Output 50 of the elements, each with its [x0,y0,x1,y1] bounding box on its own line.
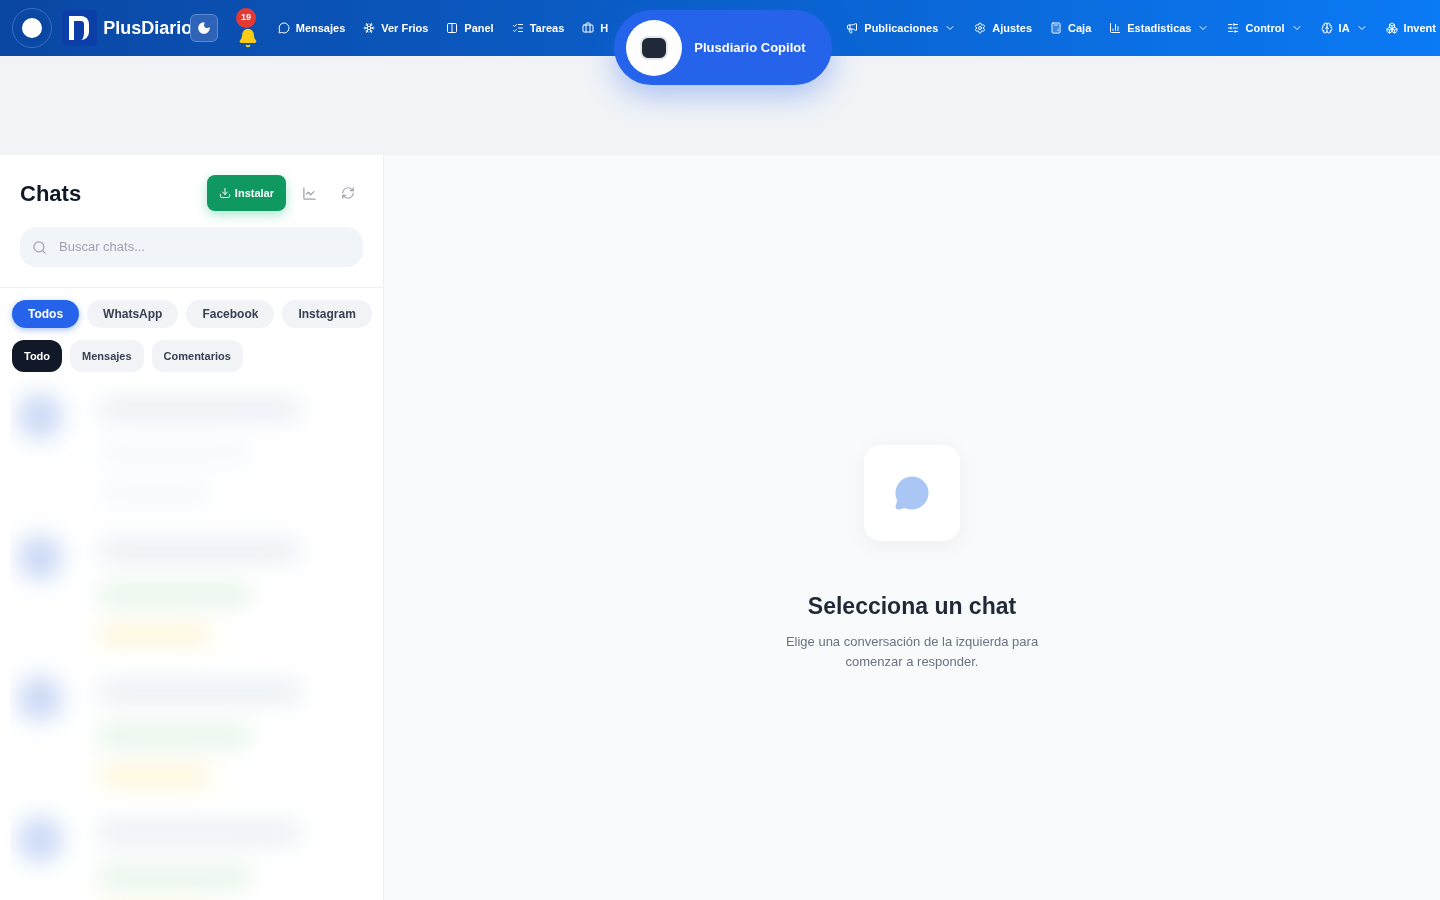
notifications-button[interactable]: 19 [232,8,264,48]
type-filter-tab[interactable]: Todo [12,340,63,372]
type-filter-tab[interactable]: Comentarios [151,340,243,372]
nav-icon [1109,22,1122,34]
nav-link[interactable]: Caja [1046,19,1096,37]
nav-link[interactable]: Tareas [507,19,569,37]
logo-icon [61,10,98,46]
nav-link[interactable]: Ver Frios [359,19,433,37]
nav-icon [974,22,987,34]
nav-icon [511,22,524,34]
empty-state-text: Elige una conversación de la izquierda para comenzar a responder. [784,632,1040,671]
nav-icon [582,22,595,34]
empty-state-title: Selecciona un chat [807,592,1017,621]
channel-tab[interactable]: WhatsApp [87,300,179,328]
copilot-button[interactable]: Plusdiario Copilot [614,10,833,85]
nav-link[interactable]: Panel [442,19,498,37]
sidebar-title: Chats [20,179,83,208]
nav-icon [1227,22,1240,34]
moon-icon [197,21,212,35]
channel-tab[interactable]: Instagram [282,300,372,328]
nav-icon [277,22,290,34]
download-icon [218,187,231,199]
nav-link[interactable]: IA [1316,19,1372,37]
notification-badge: 19 [236,8,257,28]
search-field[interactable]: Buscar chats... [20,227,363,267]
chart-icon[interactable] [302,185,317,201]
nav-link[interactable]: Invent [1381,19,1440,37]
channel-tab[interactable]: Todos [12,300,80,328]
nav-icon [846,22,859,34]
nav-link[interactable]: Control [1223,19,1307,37]
search-input[interactable]: Buscar chats... [59,237,351,257]
chat-bubble-icon [894,475,930,511]
nav-icon [446,22,459,34]
nav-link[interactable]: Mensajes [273,19,350,37]
bell-icon [237,28,258,48]
install-button[interactable]: Instalar [206,175,286,211]
channel-tab[interactable]: Facebook [186,300,275,328]
nav-icon [1050,22,1063,34]
nav-link[interactable]: Ajustes [970,19,1037,37]
nav-link[interactable]: Publicaciones [842,19,961,37]
nav-icon [1385,22,1398,34]
nav-icon [1320,22,1333,34]
nav-link[interactable]: H [578,19,613,37]
nav-link[interactable]: Estadisticas [1105,19,1214,37]
search-icon [32,239,47,255]
theme-toggle[interactable] [190,14,219,42]
nav-icon [363,22,376,34]
type-filter-tab[interactable]: Mensajes [70,340,144,372]
brand-name: PlusDiario [103,17,193,40]
refresh-icon[interactable] [341,186,355,200]
